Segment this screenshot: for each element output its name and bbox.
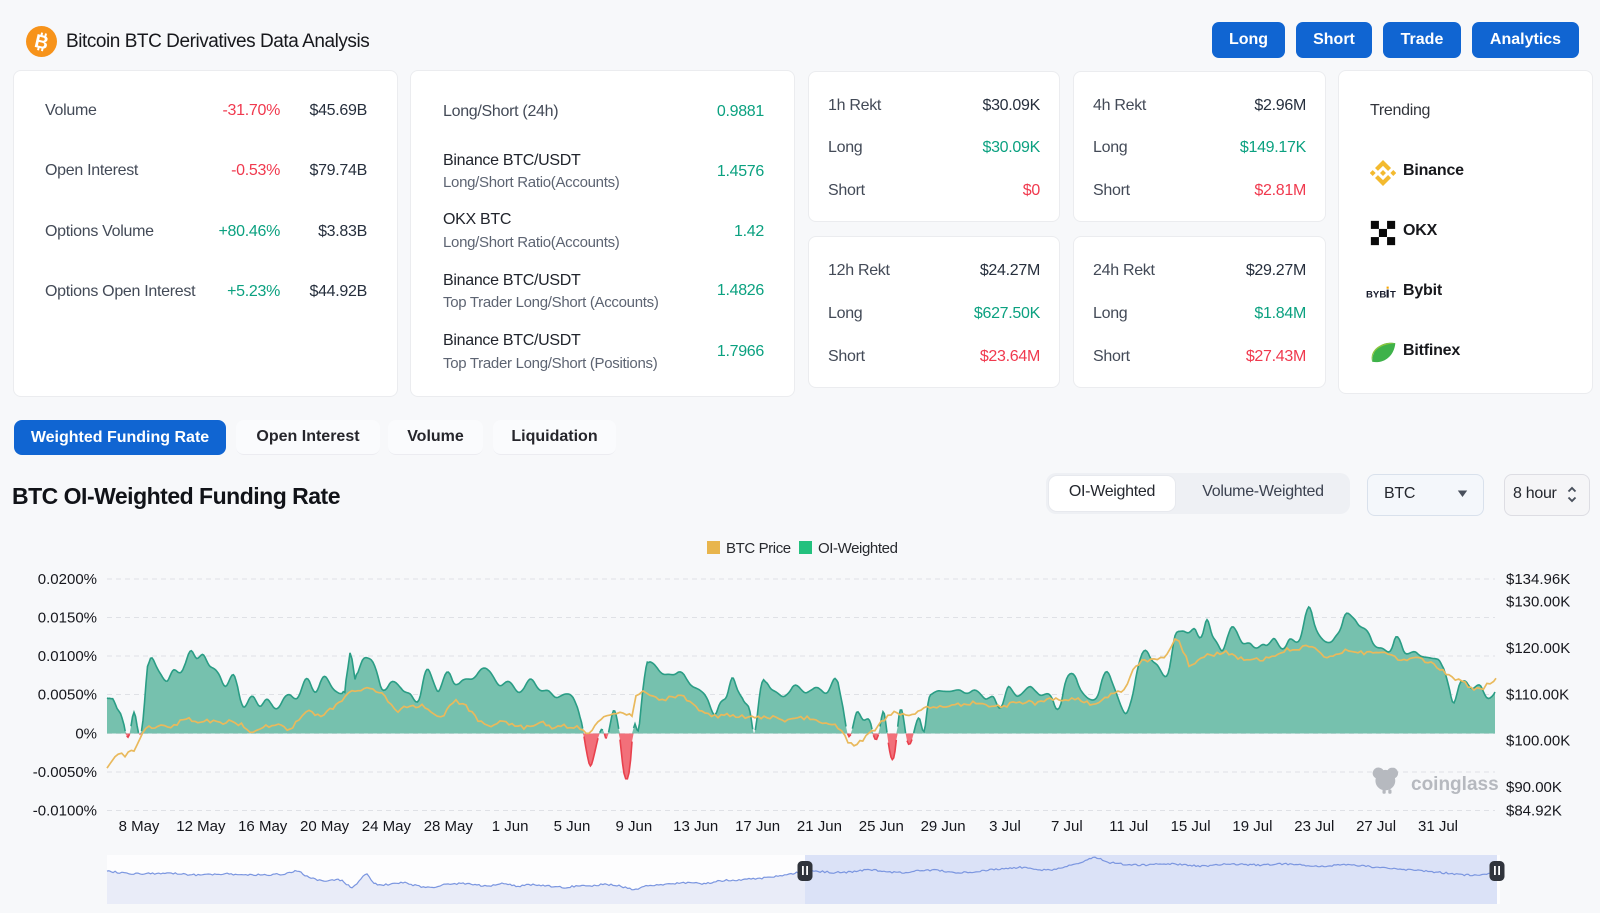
svg-text:13 Jun: 13 Jun	[673, 818, 718, 835]
svg-text:7 Jul: 7 Jul	[1051, 818, 1083, 835]
svg-text:$134.96K: $134.96K	[1506, 571, 1570, 588]
svg-text:$100.00K: $100.00K	[1506, 733, 1570, 750]
svg-text:$110.00K: $110.00K	[1506, 687, 1569, 704]
svg-text:28 May: 28 May	[424, 818, 474, 835]
svg-text:23 Jul: 23 Jul	[1294, 818, 1334, 835]
svg-text:-0.0050%: -0.0050%	[33, 764, 97, 781]
svg-text:29 Jun: 29 Jun	[921, 818, 966, 835]
svg-text:OI-Weighted: OI-Weighted	[818, 540, 898, 557]
svg-text:1 Jun: 1 Jun	[492, 818, 529, 835]
svg-text:0%: 0%	[75, 726, 97, 743]
svg-text:11 Jul: 11 Jul	[1109, 818, 1148, 835]
svg-text:$84.92K: $84.92K	[1506, 803, 1562, 820]
svg-text:BTC Price: BTC Price	[726, 540, 791, 557]
svg-text:25 Jun: 25 Jun	[859, 818, 904, 835]
svg-text:$120.00K: $120.00K	[1506, 640, 1570, 657]
svg-text:17 Jun: 17 Jun	[735, 818, 780, 835]
svg-text:9 Jun: 9 Jun	[616, 818, 653, 835]
svg-text:21 Jun: 21 Jun	[797, 818, 842, 835]
svg-text:3 Jul: 3 Jul	[989, 818, 1021, 835]
svg-text:31 Jul: 31 Jul	[1418, 818, 1458, 835]
svg-text:$130.00K: $130.00K	[1506, 594, 1570, 611]
svg-text:0.0050%: 0.0050%	[38, 687, 97, 704]
svg-text:12 May: 12 May	[176, 818, 226, 835]
svg-text:0.0100%: 0.0100%	[38, 648, 97, 665]
svg-text:24 May: 24 May	[362, 818, 412, 835]
svg-text:0.0200%: 0.0200%	[38, 571, 97, 588]
svg-text:coinglass: coinglass	[1411, 774, 1499, 795]
svg-text:15 Jul: 15 Jul	[1171, 818, 1211, 835]
svg-text:-0.0100%: -0.0100%	[33, 803, 97, 820]
svg-text:5 Jun: 5 Jun	[554, 818, 591, 835]
svg-text:16 May: 16 May	[238, 818, 288, 835]
svg-text:27 Jul: 27 Jul	[1356, 818, 1396, 835]
svg-text:20 May: 20 May	[300, 818, 350, 835]
svg-text:0.0150%: 0.0150%	[38, 610, 97, 627]
svg-text:$90.00K: $90.00K	[1506, 779, 1562, 796]
svg-text:19 Jul: 19 Jul	[1232, 818, 1272, 835]
svg-text:8 May: 8 May	[119, 818, 160, 835]
